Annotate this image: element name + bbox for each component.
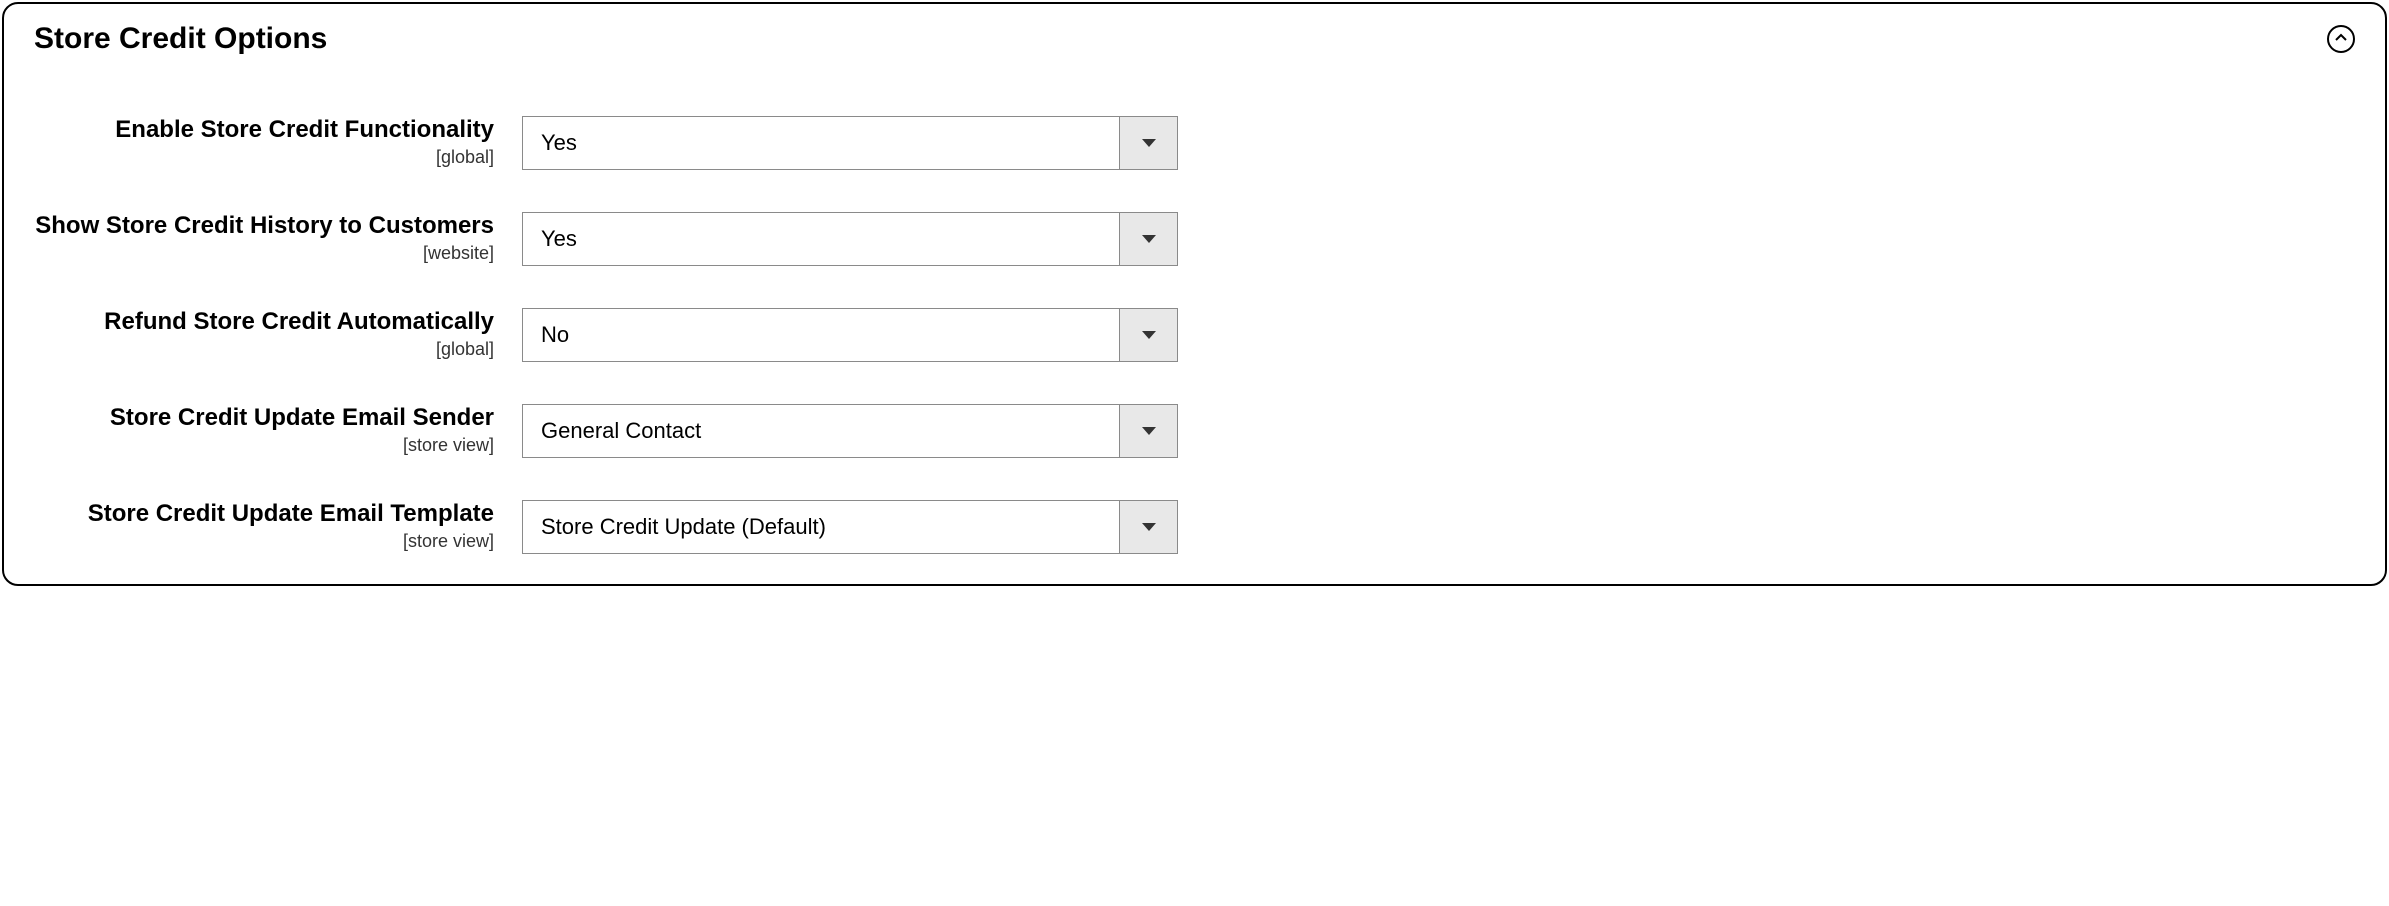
panel-body: Enable Store Credit Functionality [globa… bbox=[4, 66, 2385, 584]
chevron-down-icon bbox=[1119, 501, 1177, 553]
field-scope: [global] bbox=[34, 147, 494, 168]
select-value: Yes bbox=[523, 213, 1119, 265]
select-value: Yes bbox=[523, 117, 1119, 169]
enable-store-credit-select[interactable]: Yes bbox=[522, 116, 1178, 170]
refund-automatically-select[interactable]: No bbox=[522, 308, 1178, 362]
field-label-col: Refund Store Credit Automatically [globa… bbox=[34, 308, 522, 360]
field-control: General Contact bbox=[522, 404, 1178, 458]
field-label-col: Store Credit Update Email Template [stor… bbox=[34, 500, 522, 552]
field-label-col: Enable Store Credit Functionality [globa… bbox=[34, 116, 522, 168]
field-scope: [store view] bbox=[34, 435, 494, 456]
field-label: Enable Store Credit Functionality bbox=[34, 116, 494, 145]
field-row-refund: Refund Store Credit Automatically [globa… bbox=[34, 308, 2355, 362]
field-control: Yes bbox=[522, 116, 1178, 170]
field-label-col: Show Store Credit History to Customers [… bbox=[34, 212, 522, 264]
field-label: Show Store Credit History to Customers bbox=[34, 212, 494, 241]
chevron-up-icon bbox=[2334, 31, 2348, 48]
field-scope: [store view] bbox=[34, 531, 494, 552]
field-label-col: Store Credit Update Email Sender [store … bbox=[34, 404, 522, 456]
chevron-down-icon bbox=[1119, 213, 1177, 265]
store-credit-options-panel: Store Credit Options Enable Store Credit… bbox=[2, 2, 2387, 586]
panel-header: Store Credit Options bbox=[4, 4, 2385, 66]
field-label: Store Credit Update Email Sender bbox=[34, 404, 494, 433]
select-value: Store Credit Update (Default) bbox=[523, 501, 1119, 553]
field-control: Yes bbox=[522, 212, 1178, 266]
chevron-down-icon bbox=[1119, 309, 1177, 361]
field-control: No bbox=[522, 308, 1178, 362]
field-row-enable: Enable Store Credit Functionality [globa… bbox=[34, 116, 2355, 170]
field-row-history: Show Store Credit History to Customers [… bbox=[34, 212, 2355, 266]
field-label: Store Credit Update Email Template bbox=[34, 500, 494, 529]
show-history-select[interactable]: Yes bbox=[522, 212, 1178, 266]
field-row-sender: Store Credit Update Email Sender [store … bbox=[34, 404, 2355, 458]
email-sender-select[interactable]: General Contact bbox=[522, 404, 1178, 458]
section-title: Store Credit Options bbox=[34, 22, 327, 56]
field-row-template: Store Credit Update Email Template [stor… bbox=[34, 500, 2355, 554]
field-scope: [global] bbox=[34, 339, 494, 360]
field-scope: [website] bbox=[34, 243, 494, 264]
select-value: General Contact bbox=[523, 405, 1119, 457]
chevron-down-icon bbox=[1119, 117, 1177, 169]
collapse-button[interactable] bbox=[2327, 25, 2355, 53]
field-control: Store Credit Update (Default) bbox=[522, 500, 1178, 554]
email-template-select[interactable]: Store Credit Update (Default) bbox=[522, 500, 1178, 554]
field-label: Refund Store Credit Automatically bbox=[34, 308, 494, 337]
chevron-down-icon bbox=[1119, 405, 1177, 457]
select-value: No bbox=[523, 309, 1119, 361]
